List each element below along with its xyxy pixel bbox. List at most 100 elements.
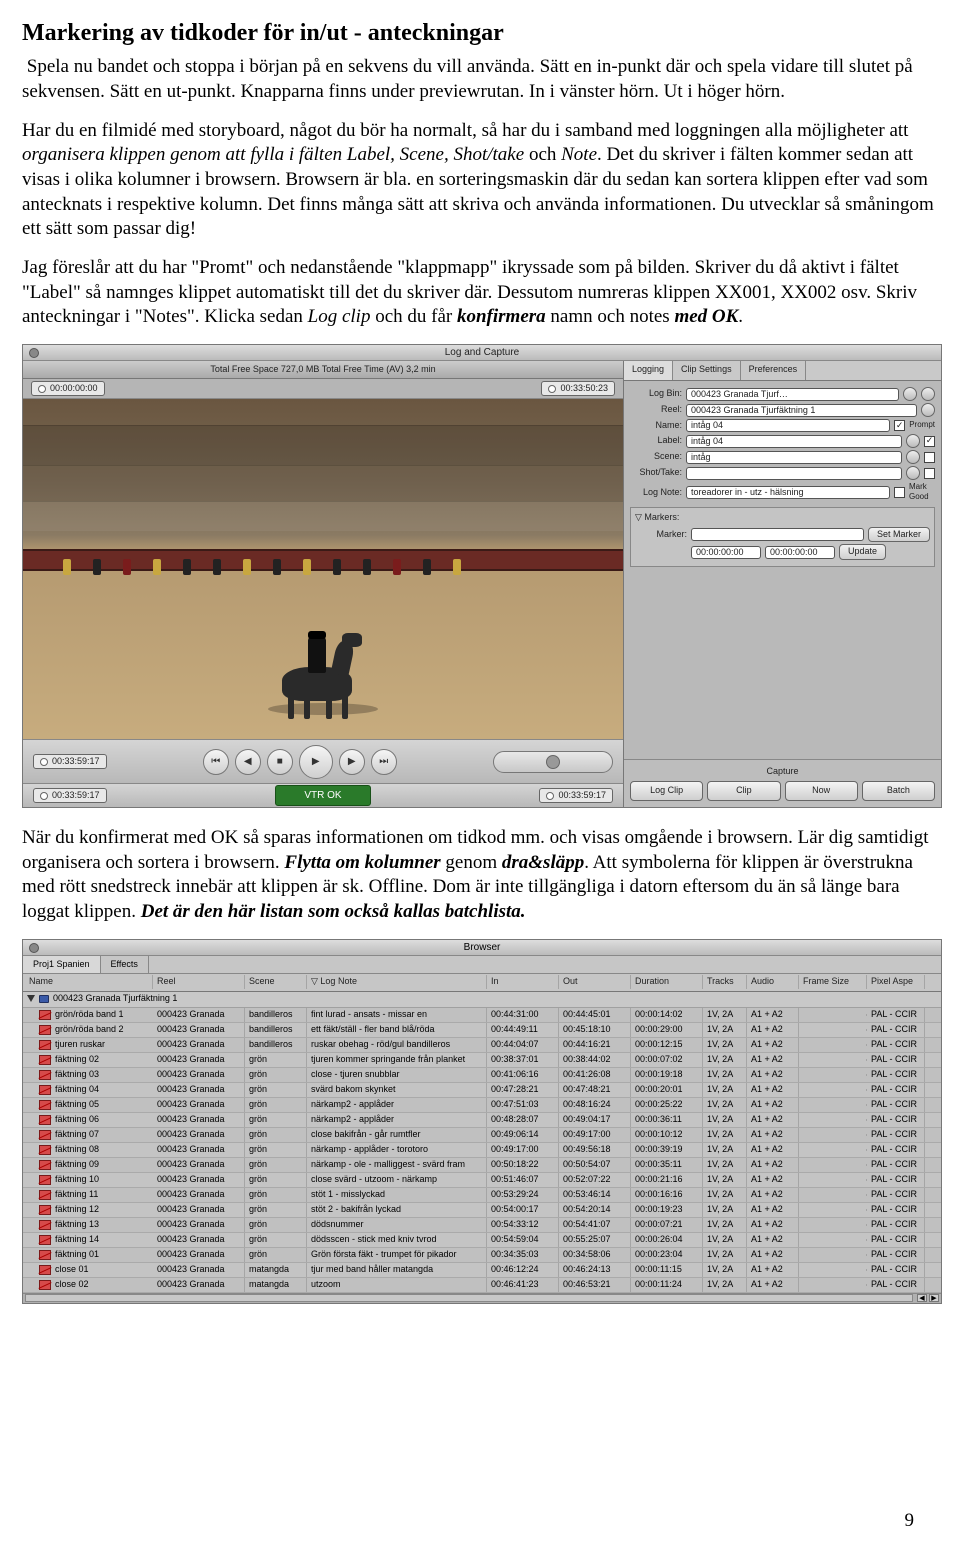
slate-icon[interactable] xyxy=(906,450,920,464)
table-row[interactable]: close 01000423 Granadamatangdatjur med b… xyxy=(23,1263,941,1278)
cell-scene: grön xyxy=(245,1053,307,1067)
marker-tc2[interactable]: 00:00:00:00 xyxy=(765,546,835,559)
disclosure-triangle-icon[interactable] xyxy=(27,995,35,1003)
page-heading: Markering av tidkoder för in/ut - anteck… xyxy=(22,18,938,49)
cell-out: 00:41:26:08 xyxy=(559,1068,631,1082)
scroll-left-icon[interactable]: ◀ xyxy=(917,1294,927,1302)
col-in[interactable]: In xyxy=(487,975,559,989)
scene-field[interactable]: intåg xyxy=(686,451,902,464)
browser-tabs: Proj1 Spanien Effects xyxy=(23,956,941,974)
cell-tracks: 1V, 2A xyxy=(703,1143,747,1157)
logbin-field[interactable]: 000423 Granada Tjurf… xyxy=(686,388,899,401)
log-clip-button[interactable]: Log Clip xyxy=(630,781,703,801)
update-button[interactable]: Update xyxy=(839,544,886,560)
markgood-checkbox[interactable] xyxy=(894,487,905,498)
offline-clip-icon xyxy=(39,1040,51,1050)
table-row[interactable]: fäktning 10000423 Granadagrönclose svärd… xyxy=(23,1173,941,1188)
table-row[interactable]: fäktning 03000423 Granadagrönclose - tju… xyxy=(23,1068,941,1083)
back-button[interactable]: ◀ xyxy=(235,749,261,775)
col-out[interactable]: Out xyxy=(559,975,631,989)
set-marker-button[interactable]: Set Marker xyxy=(868,527,930,543)
table-row[interactable]: fäktning 12000423 Granadagrönstöt 2 - ba… xyxy=(23,1203,941,1218)
now-button[interactable]: Now xyxy=(785,781,858,801)
tab-project[interactable]: Proj1 Spanien xyxy=(23,956,101,973)
table-row[interactable]: fäktning 11000423 Granadagrönstöt 1 - mi… xyxy=(23,1188,941,1203)
cell-duration: 00:00:19:18 xyxy=(631,1068,703,1082)
clip-name: fäktning 08 xyxy=(55,1144,99,1156)
table-row[interactable]: fäktning 06000423 Granadagrönnärkamp2 - … xyxy=(23,1113,941,1128)
table-row[interactable]: fäktning 14000423 Granadagröndödsscen - … xyxy=(23,1233,941,1248)
out-timecode[interactable]: 00:33:50:23 xyxy=(541,381,615,397)
prompt-checkbox[interactable] xyxy=(894,420,905,431)
table-row[interactable]: fäktning 02000423 Granadagröntjuren komm… xyxy=(23,1053,941,1068)
table-row[interactable]: tjuren ruskar000423 Granadabandillerosru… xyxy=(23,1038,941,1053)
table-row[interactable]: grön/röda band 1000423 Granadabandillero… xyxy=(23,1008,941,1023)
close-icon[interactable] xyxy=(29,943,39,953)
lognote-field[interactable]: toreadorer in - utz - hälsning xyxy=(686,486,890,499)
col-duration[interactable]: Duration xyxy=(631,975,703,989)
col-tracks[interactable]: Tracks xyxy=(703,975,747,989)
cell-scene: bandilleros xyxy=(245,1038,307,1052)
table-row[interactable]: fäktning 04000423 Granadagrönsvärd bakom… xyxy=(23,1083,941,1098)
cell-framesize xyxy=(799,1269,867,1271)
table-row[interactable]: fäktning 05000423 Granadagrönnärkamp2 - … xyxy=(23,1098,941,1113)
scene-checkbox[interactable] xyxy=(924,452,935,463)
up-button[interactable] xyxy=(903,387,917,401)
marker-tc1[interactable]: 00:00:00:00 xyxy=(691,546,761,559)
forward-button[interactable]: ▶ xyxy=(339,749,365,775)
reel-field[interactable]: 000423 Granada Tjurfäktning 1 xyxy=(686,404,917,417)
table-row[interactable]: fäktning 01000423 GranadagrönGrön första… xyxy=(23,1248,941,1263)
col-scene[interactable]: Scene xyxy=(245,975,307,989)
tab-effects[interactable]: Effects xyxy=(101,956,149,973)
scroll-right-icon[interactable]: ▶ xyxy=(929,1294,939,1302)
shot-field[interactable] xyxy=(686,467,902,480)
play-button[interactable]: ▶ xyxy=(299,745,333,779)
marker-field[interactable] xyxy=(691,528,864,541)
in-timecode[interactable]: 00:00:00:00 xyxy=(31,381,105,397)
col-framesize[interactable]: Frame Size xyxy=(799,975,867,989)
bin-button[interactable] xyxy=(921,387,935,401)
slate-icon[interactable] xyxy=(906,466,920,480)
shuttle-control[interactable] xyxy=(493,751,613,773)
tab-logging[interactable]: Logging xyxy=(624,361,673,380)
ffwd-button[interactable]: ⏭ xyxy=(371,749,397,775)
col-pixelaspect[interactable]: Pixel Aspe xyxy=(867,975,925,989)
clip-button[interactable]: Clip xyxy=(707,781,780,801)
table-row[interactable]: fäktning 07000423 Granadagrönclose bakif… xyxy=(23,1128,941,1143)
shot-checkbox[interactable] xyxy=(924,468,935,479)
name-field[interactable]: intåg 04 xyxy=(686,419,890,432)
col-lognote[interactable]: ▽ Log Note xyxy=(307,975,487,989)
tab-clip-settings[interactable]: Clip Settings xyxy=(673,361,741,380)
slate-icon[interactable] xyxy=(906,434,920,448)
cell-pixelaspect: PAL - CCIR xyxy=(867,1143,925,1157)
col-audio[interactable]: Audio xyxy=(747,975,799,989)
bin-group[interactable]: 000423 Granada Tjurfäktning 1 xyxy=(23,992,941,1008)
close-icon[interactable] xyxy=(29,348,39,358)
timecode-bar: 00:00:00:00 00:33:50:23 xyxy=(23,379,623,399)
batch-button[interactable]: Batch xyxy=(862,781,935,801)
table-row[interactable]: fäktning 08000423 Granadagrönnärkamp - a… xyxy=(23,1143,941,1158)
label-field[interactable]: intåg 04 xyxy=(686,435,902,448)
cell-audio: A1 + A2 xyxy=(747,1218,799,1232)
cell-audio: A1 + A2 xyxy=(747,1278,799,1292)
bottom-in-tc[interactable]: 00:33:59:17 xyxy=(33,754,107,770)
horizontal-scrollbar[interactable]: ◀ ▶ xyxy=(23,1293,941,1303)
table-row[interactable]: close 02000423 Granadamatangdautzoom00:4… xyxy=(23,1278,941,1293)
rewind-button[interactable]: ⏮ xyxy=(203,749,229,775)
cell-tracks: 1V, 2A xyxy=(703,1113,747,1127)
table-row[interactable]: fäktning 09000423 Granadagrönnärkamp - o… xyxy=(23,1158,941,1173)
clip-name: fäktning 12 xyxy=(55,1204,99,1216)
col-name[interactable]: Name xyxy=(23,975,153,989)
table-row[interactable]: grön/röda band 2000423 Granadabandillero… xyxy=(23,1023,941,1038)
text-bold-italic: dra&släpp xyxy=(502,852,584,873)
col-reel[interactable]: Reel xyxy=(153,975,245,989)
cell-scene: grön xyxy=(245,1158,307,1172)
tab-preferences[interactable]: Preferences xyxy=(741,361,807,380)
table-row[interactable]: fäktning 13000423 Granadagröndödsnummer0… xyxy=(23,1218,941,1233)
stop-button[interactable]: ■ xyxy=(267,749,293,775)
slate-icon[interactable] xyxy=(921,403,935,417)
cell-framesize xyxy=(799,1254,867,1256)
cell-tracks: 1V, 2A xyxy=(703,1233,747,1247)
label-checkbox[interactable] xyxy=(924,436,935,447)
cell-pixelaspect: PAL - CCIR xyxy=(867,1038,925,1052)
